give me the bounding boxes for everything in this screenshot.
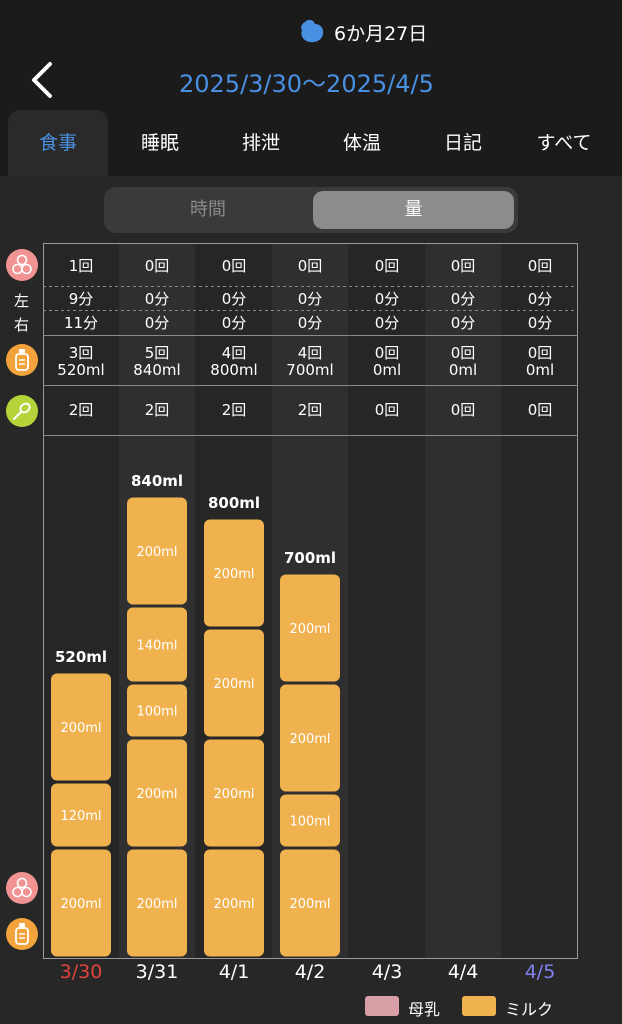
breast-count-cell: 0回 xyxy=(450,257,476,275)
right-minutes-cell: 0分 xyxy=(297,314,323,332)
breast-count-cell: 0回 xyxy=(297,257,323,275)
food-count-cell: 2回 xyxy=(297,401,323,419)
left-minutes-cell: 0分 xyxy=(144,290,170,308)
total-value-label: 700ml xyxy=(284,549,336,567)
left-minutes-cell: 9分 xyxy=(68,290,94,308)
right-minutes-cell: 11分 xyxy=(63,314,99,332)
right-minutes-cell: 0分 xyxy=(221,314,247,332)
left-minutes-cell: 0分 xyxy=(450,290,476,308)
food-count-cell: 2回 xyxy=(221,401,247,419)
total-value-label: 520ml xyxy=(55,648,107,666)
food-count-cell: 0回 xyxy=(527,401,553,419)
date-tick-label: 3/30 xyxy=(59,961,103,983)
segment-value-label: 200ml xyxy=(213,677,254,692)
breast-count-cell: 0回 xyxy=(374,257,400,275)
segment-value-label: 200ml xyxy=(136,787,177,802)
left-minutes-cell: 0分 xyxy=(221,290,247,308)
segment-value-label: 200ml xyxy=(289,622,330,637)
segment-value-label: 200ml xyxy=(213,567,254,582)
right-minutes-cell: 0分 xyxy=(527,314,553,332)
segment-value-label: 200ml xyxy=(289,897,330,912)
milk-volume-cell: 840ml xyxy=(133,361,181,379)
weekly-chart: 200ml 120ml 200ml 520ml 200ml 200ml 100ml 140ml… xyxy=(43,243,578,959)
milk-volume-cell: 0ml xyxy=(372,361,402,379)
segment-value-label: 200ml xyxy=(136,545,177,560)
right-minutes-cell: 0分 xyxy=(450,314,476,332)
date-tick-label: 4/4 xyxy=(447,961,479,983)
date-tick-label: 4/5 xyxy=(524,961,556,983)
total-value-label: 800ml xyxy=(208,494,260,512)
milk-volume-cell: 0ml xyxy=(525,361,555,379)
segment-value-label: 100ml xyxy=(136,705,177,720)
left-minutes-cell: 0分 xyxy=(527,290,553,308)
left-minutes-cell: 0分 xyxy=(297,290,323,308)
milk-count-cell: 3回 xyxy=(68,344,94,362)
segment-value-label: 100ml xyxy=(289,815,330,830)
milk-count-cell: 5回 xyxy=(144,344,170,362)
date-tick-label: 4/3 xyxy=(371,961,403,983)
food-count-cell: 0回 xyxy=(374,401,400,419)
right-minutes-cell: 0分 xyxy=(144,314,170,332)
breast-count-cell: 1回 xyxy=(68,257,94,275)
segment-value-label: 200ml xyxy=(289,732,330,747)
food-count-cell: 0回 xyxy=(450,401,476,419)
segment-value-label: 200ml xyxy=(60,897,101,912)
date-tick-label: 4/2 xyxy=(294,961,326,983)
left-minutes-cell: 0分 xyxy=(374,290,400,308)
breast-count-cell: 0回 xyxy=(527,257,553,275)
date-tick-label: 4/1 xyxy=(218,961,250,983)
food-count-cell: 2回 xyxy=(68,401,94,419)
milk-count-cell: 0回 xyxy=(374,344,400,362)
legend-milk-label: ミルク xyxy=(505,1000,554,1019)
milk-count-cell: 0回 xyxy=(450,344,476,362)
legend-breast-swatch xyxy=(365,996,399,1016)
milk-count-cell: 0回 xyxy=(527,344,553,362)
total-value-label: 840ml xyxy=(131,472,183,490)
segment-value-label: 200ml xyxy=(213,897,254,912)
date-tick-label: 3/31 xyxy=(135,961,179,983)
segment-value-label: 200ml xyxy=(60,721,101,736)
milk-volume-cell: 800ml xyxy=(210,361,258,379)
milk-count-cell: 4回 xyxy=(221,344,247,362)
right-minutes-cell: 0分 xyxy=(374,314,400,332)
legend-milk-swatch xyxy=(462,996,496,1016)
segment-value-label: 200ml xyxy=(136,897,177,912)
segment-value-label: 200ml xyxy=(213,787,254,802)
breast-count-cell: 0回 xyxy=(144,257,170,275)
legend-breast-label: 母乳 xyxy=(408,1000,441,1019)
segment-value-label: 120ml xyxy=(60,809,101,824)
milk-volume-cell: 700ml xyxy=(286,361,334,379)
segment-value-label: 140ml xyxy=(136,639,177,654)
milk-volume-cell: 0ml xyxy=(448,361,478,379)
milk-count-cell: 4回 xyxy=(297,344,323,362)
food-count-cell: 2回 xyxy=(144,401,170,419)
milk-volume-cell: 520ml xyxy=(57,361,105,379)
breast-count-cell: 0回 xyxy=(221,257,247,275)
